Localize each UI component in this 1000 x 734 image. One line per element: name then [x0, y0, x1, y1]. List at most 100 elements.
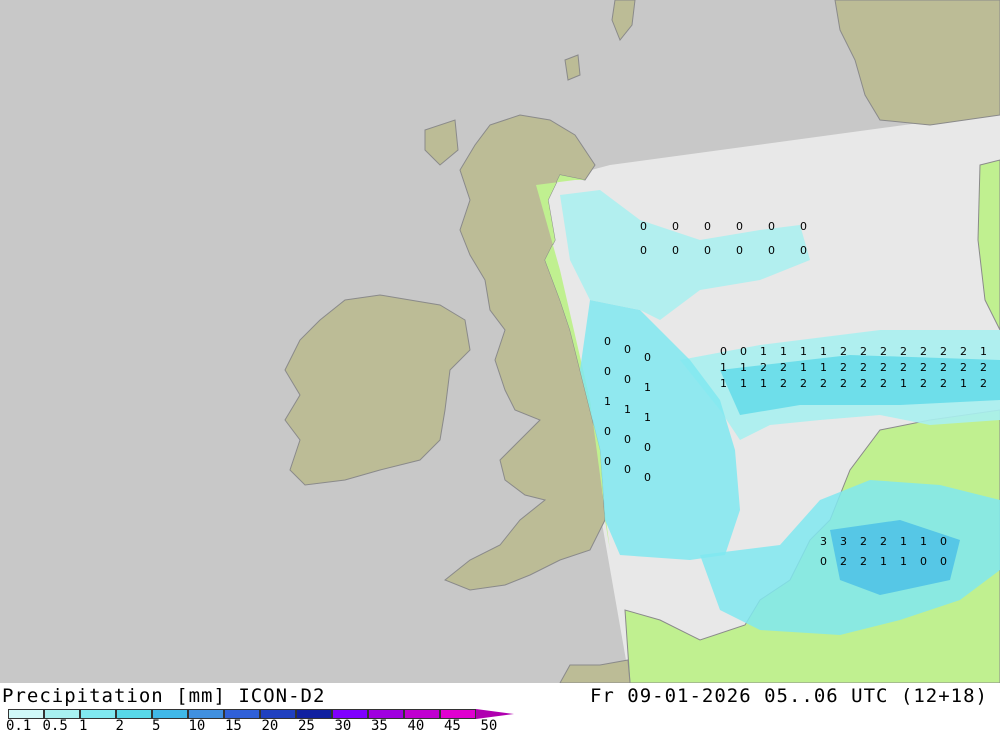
precip-value: 0	[624, 373, 631, 386]
precip-value: 1	[720, 361, 727, 374]
legend-tick-label: 35	[371, 718, 388, 734]
footer: Precipitation [mm] ICON-D2 Fr 09-01-2026…	[0, 683, 1000, 734]
precip-value: 0	[640, 244, 647, 257]
precip-value: 0	[768, 220, 775, 233]
precip-value: 1	[780, 345, 787, 358]
precip-value: 2	[840, 345, 847, 358]
precip-value: 1	[760, 345, 767, 358]
legend-tick-label: 25	[298, 718, 315, 734]
legend-tick-label: 30	[334, 718, 352, 734]
precip-value: 2	[860, 345, 867, 358]
precip-value: 1	[900, 555, 907, 568]
legend-tick-label: 40	[407, 718, 425, 734]
precip-value: 0	[644, 441, 651, 454]
precip-value: 1	[820, 345, 827, 358]
precip-value: 0	[672, 220, 679, 233]
precip-value: 2	[900, 345, 907, 358]
precip-value: 2	[860, 377, 867, 390]
legend-tick-label: 10	[188, 718, 206, 734]
legend-tick-label: 0.1	[6, 718, 32, 734]
precip-value: 2	[860, 535, 867, 548]
precip-value: 2	[940, 377, 947, 390]
legend-tick-labels: 0.1 0.5 1 2 5 10 15 20 25 30 35 40 45 50	[0, 718, 560, 734]
precip-value: 0	[800, 244, 807, 257]
precip-value: 1	[820, 361, 827, 374]
precip-value: 2	[880, 377, 887, 390]
precip-value: 0	[736, 220, 743, 233]
precip-value: 2	[940, 361, 947, 374]
precip-value: 2	[920, 345, 927, 358]
precip-value: 0	[940, 555, 947, 568]
precip-value: 1	[604, 395, 611, 408]
precip-value: 0	[736, 244, 743, 257]
precip-value: 1	[800, 361, 807, 374]
precip-value: 2	[840, 361, 847, 374]
precip-value: 1	[760, 377, 767, 390]
precip-value: 1	[920, 535, 927, 548]
precip-value: 0	[720, 345, 727, 358]
precip-value: 2	[960, 361, 967, 374]
precip-value: 2	[940, 345, 947, 358]
precip-value: 2	[800, 377, 807, 390]
legend-tick-label: 15	[225, 718, 242, 734]
precipitation-map: 0011112222222111122112222222221112222221…	[0, 0, 1000, 683]
precip-value: 1	[644, 411, 651, 424]
precip-value: 2	[960, 345, 967, 358]
precip-value: 3	[820, 535, 827, 548]
precip-value: 0	[644, 351, 651, 364]
precip-value: 0	[624, 343, 631, 356]
legend-tick-label: 50	[480, 718, 498, 734]
precip-value: 0	[704, 220, 711, 233]
precip-value: 0	[624, 433, 631, 446]
precip-value: 0	[940, 535, 947, 548]
legend-tick-label: 20	[261, 718, 279, 734]
precip-value: 1	[960, 377, 967, 390]
chart-title: Precipitation [mm] ICON-D2	[2, 685, 326, 707]
precip-value: 2	[880, 345, 887, 358]
precip-value: 0	[740, 345, 747, 358]
precip-value: 2	[860, 555, 867, 568]
precip-value: 2	[900, 361, 907, 374]
precip-value: 0	[640, 220, 647, 233]
precip-value: 1	[624, 403, 631, 416]
precip-value: 0	[624, 463, 631, 476]
legend-tick-label: 45	[444, 718, 461, 734]
precip-value: 0	[604, 425, 611, 438]
precip-value: 1	[980, 345, 987, 358]
precip-value: 2	[820, 377, 827, 390]
precip-value: 1	[740, 361, 747, 374]
precip-value: 2	[880, 535, 887, 548]
precip-value: 0	[920, 555, 927, 568]
precip-value: 0	[644, 471, 651, 484]
precip-value: 2	[840, 377, 847, 390]
precip-value: 0	[800, 220, 807, 233]
precip-value: 1	[880, 555, 887, 568]
precip-value: 0	[604, 365, 611, 378]
precip-value: 2	[760, 361, 767, 374]
precip-value: 0	[604, 455, 611, 468]
precip-value: 1	[900, 535, 907, 548]
legend-tick-label: 1	[79, 718, 88, 734]
precip-value: 2	[840, 555, 847, 568]
precip-value: 0	[604, 335, 611, 348]
precip-value: 2	[920, 377, 927, 390]
precip-value: 2	[980, 377, 987, 390]
precip-value: 2	[980, 361, 987, 374]
precip-value: 0	[820, 555, 827, 568]
legend-tick-label: 2	[115, 718, 124, 734]
precip-value: 1	[800, 345, 807, 358]
precip-value: 1	[644, 381, 651, 394]
precip-value: 2	[780, 361, 787, 374]
precip-value: 0	[672, 244, 679, 257]
precip-value: 2	[860, 361, 867, 374]
precip-value: 1	[740, 377, 747, 390]
precip-value: 2	[920, 361, 927, 374]
forecast-datetime: Fr 09-01-2026 05..06 UTC (12+18)	[589, 685, 988, 707]
precip-value: 0	[768, 244, 775, 257]
precip-value: 3	[840, 535, 847, 548]
precip-value: 1	[900, 377, 907, 390]
precip-value: 1	[720, 377, 727, 390]
precip-value-labels: 0011112222222111122112222222221112222221…	[604, 220, 987, 568]
legend-tick-label: 0.5	[42, 718, 68, 734]
precip-value: 0	[704, 244, 711, 257]
